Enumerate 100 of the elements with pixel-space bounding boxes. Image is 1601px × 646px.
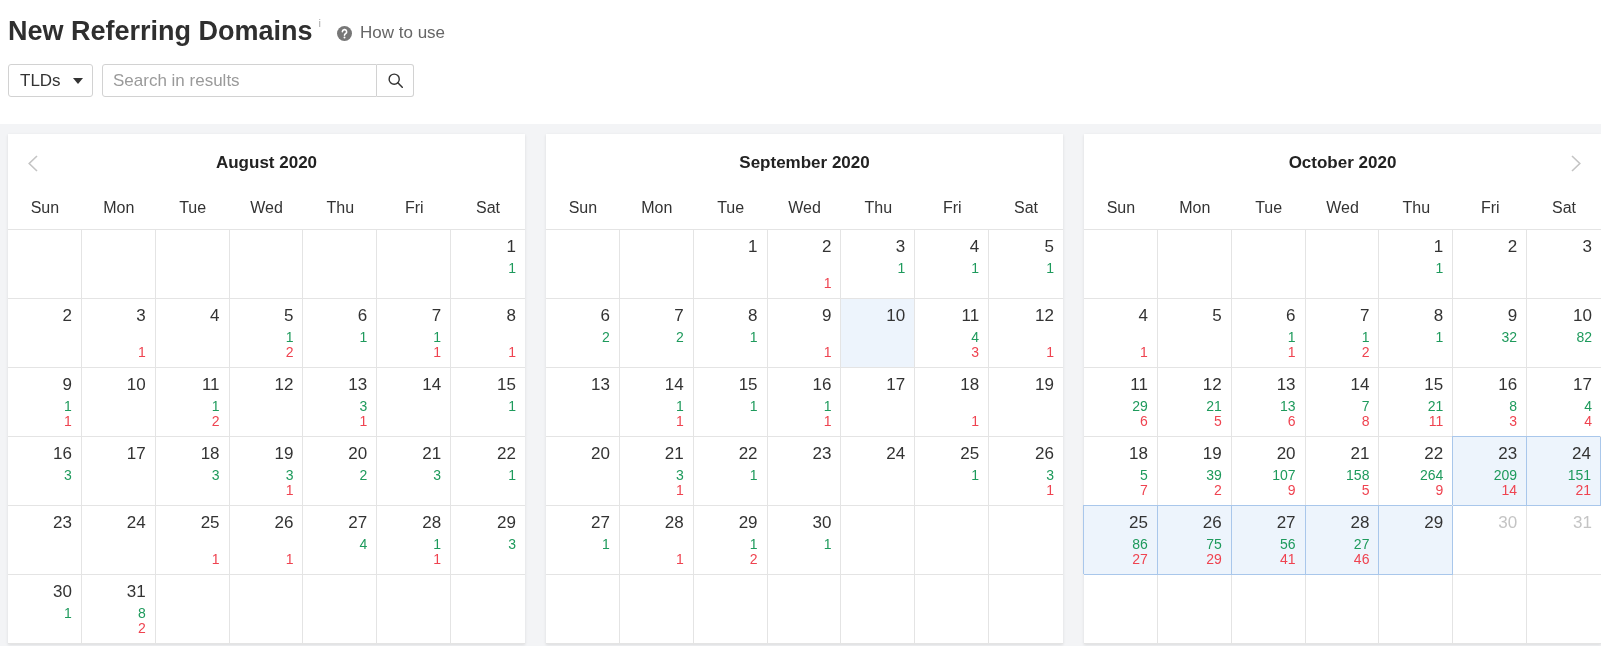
calendar-day-cell[interactable]: 27 4 bbox=[303, 506, 378, 575]
day-number: 12 bbox=[274, 375, 294, 395]
calendar-day-cell[interactable]: 26 75 29 bbox=[1157, 506, 1232, 575]
calendar-day-cell[interactable]: 26 1 bbox=[229, 506, 304, 575]
calendar-day-cell[interactable]: 29 bbox=[1379, 506, 1454, 575]
calendar-day-cell[interactable]: 20 bbox=[546, 437, 620, 506]
calendar-day-cell[interactable]: 8 1 bbox=[1379, 299, 1454, 368]
calendar-day-cell[interactable]: 17 bbox=[841, 368, 916, 437]
calendar-day-cell[interactable]: 3 bbox=[1527, 230, 1601, 299]
chevron-left-icon[interactable] bbox=[28, 154, 38, 172]
calendar-day-cell[interactable]: 1 1 bbox=[1379, 230, 1454, 299]
calendar-day-cell[interactable]: 25 1 bbox=[155, 506, 230, 575]
calendar-day-cell[interactable]: 23 209 14 bbox=[1453, 437, 1528, 506]
day-number: 19 bbox=[274, 444, 294, 464]
lost-count: 2 bbox=[211, 413, 220, 429]
calendar-day-cell[interactable]: 12 bbox=[229, 368, 304, 437]
calendar-day-cell[interactable]: 9 32 bbox=[1453, 299, 1528, 368]
calendar-day-cell[interactable]: 17 bbox=[81, 437, 156, 506]
calendar-day-cell[interactable]: 24 bbox=[81, 506, 156, 575]
calendar-day-cell[interactable]: 11 1 2 bbox=[155, 368, 230, 437]
calendar-day-cell[interactable]: 14 bbox=[377, 368, 452, 437]
calendar-day-cell[interactable]: 22 1 bbox=[451, 437, 525, 506]
calendar-day-cell[interactable]: 5 1 2 bbox=[229, 299, 304, 368]
calendar-day-cell[interactable]: 20 2 bbox=[303, 437, 378, 506]
chevron-right-icon[interactable] bbox=[1571, 154, 1581, 172]
calendar-day-cell[interactable]: 2 bbox=[8, 299, 82, 368]
calendar-day-cell[interactable]: 6 1 1 bbox=[1231, 299, 1306, 368]
calendar-day-cell[interactable]: 4 1 bbox=[1084, 299, 1158, 368]
calendar-day-cell[interactable]: 24 151 21 bbox=[1527, 437, 1601, 506]
day-number: 21 bbox=[1350, 444, 1370, 464]
calendar-day-cell[interactable]: 9 1 1 bbox=[8, 368, 82, 437]
calendar-day-cell[interactable]: 29 1 2 bbox=[693, 506, 768, 575]
calendar-day-cell[interactable]: 6 1 bbox=[303, 299, 378, 368]
calendar-day-cell[interactable]: 18 1 bbox=[915, 368, 990, 437]
calendar-day-cell[interactable]: 21 3 1 bbox=[619, 437, 694, 506]
day-number: 15 bbox=[497, 375, 516, 395]
calendar-day-cell[interactable]: 5 bbox=[1157, 299, 1232, 368]
search-field[interactable]: Search in results bbox=[102, 64, 377, 97]
calendar-day-cell[interactable]: 4 bbox=[155, 299, 230, 368]
how-to-use-link[interactable]: How to use bbox=[337, 23, 446, 43]
lost-count: 1 bbox=[675, 413, 684, 429]
calendar-day-cell[interactable]: 11 4 3 bbox=[915, 299, 990, 368]
calendar-day-cell[interactable]: 22 1 bbox=[693, 437, 768, 506]
calendar-day-cell[interactable]: 10 bbox=[81, 368, 156, 437]
calendar-day-cell[interactable]: 1 bbox=[693, 230, 768, 299]
day-number: 4 bbox=[969, 237, 980, 257]
calendar-day-cell[interactable]: 25 1 bbox=[915, 437, 990, 506]
calendar-day-cell[interactable]: 1 1 bbox=[451, 230, 525, 299]
calendar-day-cell[interactable]: 14 1 1 bbox=[619, 368, 694, 437]
calendar-day-cell[interactable]: 12 21 5 bbox=[1157, 368, 1232, 437]
day-number: 27 bbox=[348, 513, 368, 533]
calendar-day-cell[interactable]: 27 1 bbox=[546, 506, 620, 575]
caret-icon bbox=[72, 77, 83, 84]
calendar-day-cell[interactable]: 10 82 bbox=[1527, 299, 1601, 368]
calendar-day-cell[interactable]: 8 1 bbox=[693, 299, 768, 368]
calendar-day-cell[interactable]: 18 3 bbox=[155, 437, 230, 506]
calendar-day-cell[interactable]: 7 2 bbox=[619, 299, 694, 368]
weekday-label: Sat bbox=[1013, 198, 1040, 218]
calendar-day-cell[interactable]: 12 1 bbox=[989, 299, 1063, 368]
calendar-day-cell[interactable]: 29 3 bbox=[451, 506, 525, 575]
calendar-day-cell[interactable]: 19 3 1 bbox=[229, 437, 304, 506]
calendar-day-cell[interactable]: 28 27 46 bbox=[1305, 506, 1380, 575]
calendar-day-cell[interactable]: 31 8 2 bbox=[81, 575, 156, 644]
calendar-day-cell[interactable]: 13 13 6 bbox=[1231, 368, 1306, 437]
calendar-day-cell[interactable]: 15 1 bbox=[451, 368, 525, 437]
calendar-day-cell[interactable]: 2 1 bbox=[767, 230, 842, 299]
new-count: 1 bbox=[749, 467, 758, 483]
calendar-day-cell[interactable]: 30 1 bbox=[767, 506, 842, 575]
calendar-day-cell[interactable]: 28 1 bbox=[619, 506, 694, 575]
calendar-day-cell[interactable]: 8 1 bbox=[451, 299, 525, 368]
day-number: 21 bbox=[422, 444, 442, 464]
calendar-day-cell[interactable]: 16 3 bbox=[8, 437, 82, 506]
calendar-day-cell[interactable]: 23 bbox=[767, 437, 842, 506]
calendar-day-cell[interactable]: 7 1 2 bbox=[1305, 299, 1380, 368]
calendar-day-cell[interactable]: 6 2 bbox=[546, 299, 620, 368]
tld-dropdown[interactable]: TLDs bbox=[8, 64, 93, 97]
calendar-day-cell[interactable]: 7 1 1 bbox=[377, 299, 452, 368]
calendar-day-cell[interactable]: 15 1 bbox=[693, 368, 768, 437]
calendar-day-cell[interactable]: 26 3 1 bbox=[989, 437, 1063, 506]
calendar-day-cell[interactable]: 28 1 1 bbox=[377, 506, 452, 575]
calendar-day-cell[interactable]: 3 1 bbox=[81, 299, 156, 368]
calendar-day-cell[interactable]: 10 bbox=[841, 299, 916, 368]
calendar-day-cell[interactable]: 30 1 bbox=[8, 575, 82, 644]
calendar-day-cell[interactable]: 13 3 1 bbox=[303, 368, 378, 437]
calendar-day-cell[interactable]: 16 1 1 bbox=[767, 368, 842, 437]
calendar-day-cell[interactable]: 24 bbox=[841, 437, 916, 506]
calendar-day-cell[interactable]: 15 21 11 bbox=[1379, 368, 1454, 437]
calendar-day-cell[interactable]: 4 1 bbox=[915, 230, 990, 299]
calendar-day-cell[interactable]: 2 bbox=[1453, 230, 1528, 299]
calendar-day-cell[interactable]: 23 bbox=[8, 506, 82, 575]
new-count: 264 bbox=[1419, 467, 1444, 483]
calendar-day-cell[interactable]: 19 bbox=[989, 368, 1063, 437]
calendar-day-cell[interactable]: 11 29 6 bbox=[1084, 368, 1158, 437]
calendar-day-cell[interactable]: 14 7 8 bbox=[1305, 368, 1380, 437]
search-button[interactable] bbox=[377, 64, 414, 97]
calendar-day-cell[interactable]: 21 3 bbox=[377, 437, 452, 506]
calendar-day-cell[interactable]: 5 1 bbox=[989, 230, 1063, 299]
calendar-day-cell[interactable]: 13 bbox=[546, 368, 620, 437]
calendar-day-cell[interactable]: 25 86 27 bbox=[1084, 506, 1158, 575]
calendar-day-cell[interactable]: 27 56 41 bbox=[1231, 506, 1306, 575]
